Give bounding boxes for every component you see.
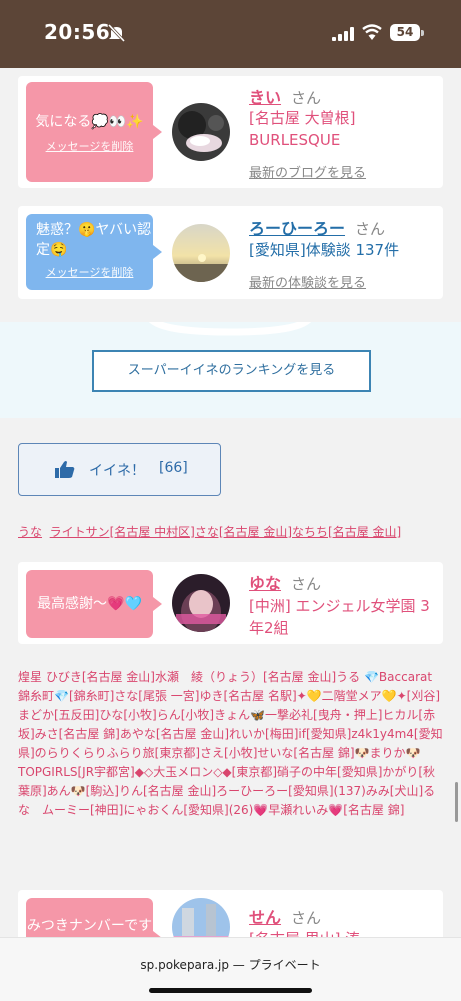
name-row: ゆな さん — [249, 570, 321, 594]
name-suffix: さん — [355, 220, 386, 238]
user-link[interactable]: なちち[名古屋 金山] — [292, 525, 401, 539]
shop-info[interactable]: [名古屋 大曽根] BURLESQUE — [249, 107, 434, 151]
latest-blog-link[interactable]: 最新のブログを見る — [249, 162, 366, 181]
name-suffix: さん — [291, 89, 322, 107]
delete-message-link[interactable]: メッセージを削除 — [26, 264, 153, 280]
message-card-3: 最高感謝～💗🩵 ゆな さん [中洲] エンジェル女学園 3年2組 — [18, 562, 443, 644]
message-bubble: 最高感謝～💗🩵 — [26, 570, 162, 638]
user-link[interactable]: さな[名古屋 金山] — [195, 525, 292, 539]
wifi-icon — [362, 24, 382, 40]
like-button[interactable]: イイネ！ [66] — [18, 443, 221, 496]
message-bubble: 魅惑？🤫ヤバい認定🤤 メッセージを削除 — [26, 214, 162, 290]
mute-bell-icon — [108, 24, 125, 42]
status-bar: 20:56 54 — [0, 0, 461, 68]
delete-message-link[interactable]: メッセージを削除 — [26, 138, 153, 154]
ranking-section: スーパーイイネのランキングを見る — [0, 322, 461, 418]
liked-users-list[interactable]: 煌星 ひびき[名古屋 金山]水瀬 綾（りょう）[名古屋 金山]うる 💎Bacca… — [18, 668, 443, 820]
user-link[interactable]: うな — [18, 525, 42, 539]
liked-users-line: うな ライトサン[名古屋 中村区]さな[名古屋 金山]なちち[名古屋 金山] — [18, 522, 401, 542]
message-text: 最高感謝～💗🩵 — [37, 596, 142, 612]
name-row: ろーひーろー さん — [249, 215, 385, 239]
review-info[interactable]: [愛知県]体験談 137件 — [249, 239, 434, 261]
bubble-tail — [153, 597, 162, 611]
avatar[interactable] — [172, 224, 230, 282]
decorative-cup-icon — [149, 322, 311, 336]
bubble-tail — [153, 125, 162, 139]
message-text: みつきナンバーです — [26, 918, 153, 934]
scrollbar[interactable] — [455, 782, 458, 822]
latest-review-link[interactable]: 最新の体験談を見る — [249, 272, 366, 291]
browser-bottom-bar: sp.pokepara.jp — プライベート — [0, 937, 461, 1001]
message-text: 気になる💭👀✨ — [35, 114, 144, 130]
message-text: 魅惑？🤫ヤバい認定🤤 — [36, 222, 152, 258]
ranking-button[interactable]: スーパーイイネのランキングを見る — [92, 350, 371, 392]
home-indicator[interactable] — [149, 988, 312, 993]
name-suffix: さん — [291, 909, 322, 927]
status-time: 20:56 — [44, 20, 111, 44]
message-card-1: 気になる💭👀✨ メッセージを削除 きい さん [名古屋 大曽根] BURLESQU… — [18, 76, 443, 188]
name-row: せん さん — [249, 904, 321, 928]
name-suffix: さん — [291, 575, 322, 593]
like-count: [66] — [159, 460, 188, 476]
avatar[interactable] — [172, 574, 230, 632]
message-card-2: 魅惑？🤫ヤバい認定🤤 メッセージを削除 ろーひーろー さん [愛知県]体験談 13… — [18, 206, 443, 299]
like-label: イイネ！ — [89, 463, 145, 479]
thumbs-up-icon — [55, 461, 75, 478]
avatar[interactable] — [172, 103, 230, 161]
signal-icon — [332, 27, 354, 41]
user-link[interactable]: ライトサン[名古屋 中村区] — [50, 525, 195, 539]
profile-name-link[interactable]: ろーひーろー — [249, 219, 345, 238]
battery-tip — [421, 30, 424, 36]
message-bubble: 気になる💭👀✨ メッセージを削除 — [26, 82, 162, 182]
profile-name-link[interactable]: ゆな — [249, 574, 281, 593]
bubble-tail — [153, 245, 162, 259]
profile-name-link[interactable]: きい — [249, 88, 281, 107]
profile-name-link[interactable]: せん — [249, 908, 281, 927]
shop-info[interactable]: [中洲] エンジェル女学園 3年2組 — [249, 595, 434, 639]
url-label[interactable]: sp.pokepara.jp — プライベート — [0, 956, 461, 973]
battery-icon: 54 — [390, 24, 420, 41]
name-row: きい さん — [249, 84, 321, 108]
